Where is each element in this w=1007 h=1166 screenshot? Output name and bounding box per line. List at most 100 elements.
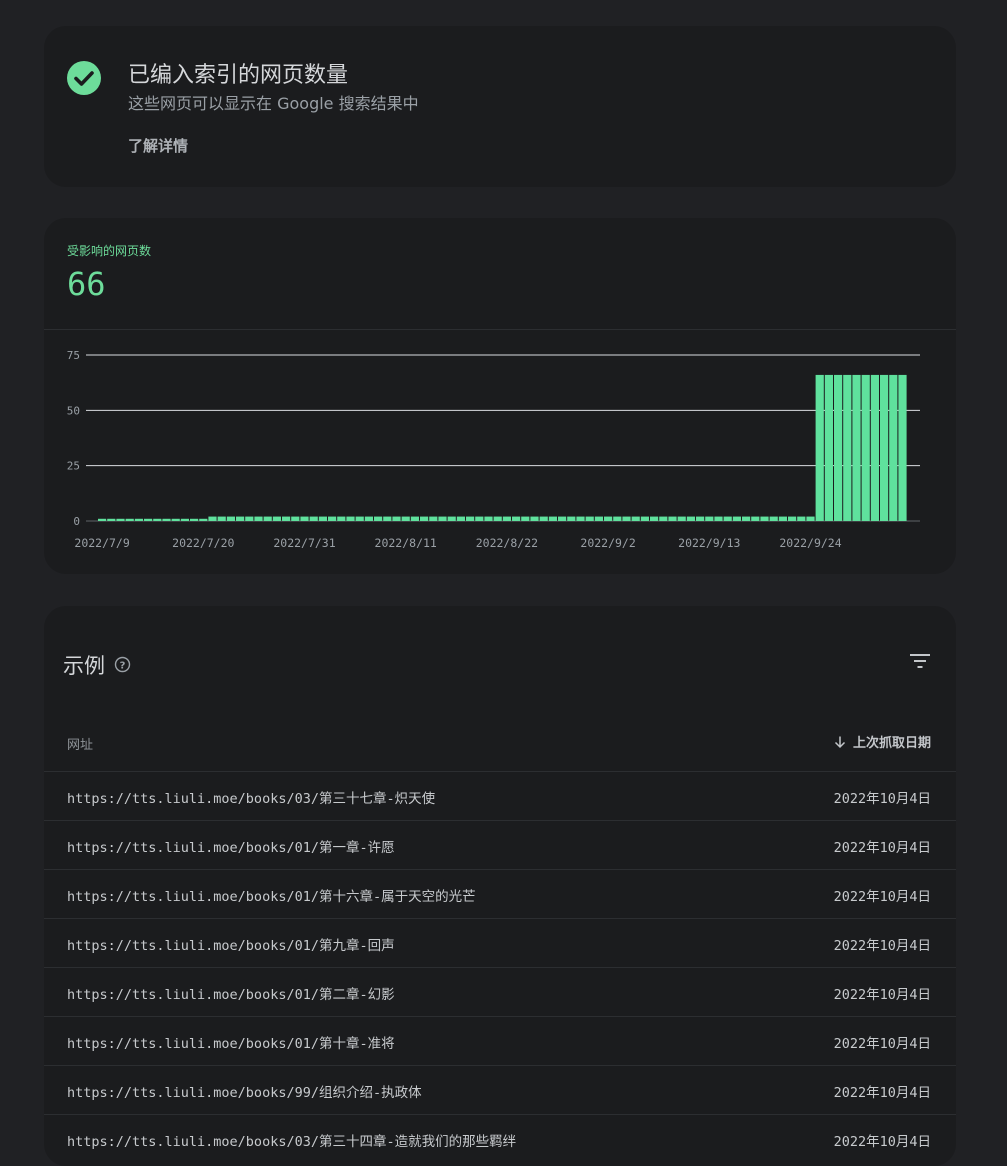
- y-tick-label: 25: [67, 460, 80, 473]
- chart-bar: [190, 518, 199, 521]
- chart-bar: [714, 516, 723, 521]
- chart-bar: [769, 516, 778, 521]
- chart-bar: [696, 516, 705, 521]
- last-crawled-sort-header[interactable]: 上次抓取日期: [833, 732, 931, 751]
- chart-bar: [880, 374, 889, 521]
- row-url: https://tts.liuli.moe/books/99/组织介绍-执政体: [67, 1085, 422, 1101]
- chart-bar: [107, 518, 116, 521]
- y-tick-label: 0: [73, 515, 80, 528]
- row-url: https://tts.liuli.moe/books/01/第十六章-属于天空…: [67, 889, 476, 905]
- chart-bar: [852, 374, 861, 521]
- chart-bar: [742, 516, 751, 521]
- chart-bar: [466, 516, 475, 521]
- table-row[interactable]: https://tts.liuli.moe/books/03/第三十四章-造就我…: [44, 1114, 956, 1163]
- table-row[interactable]: https://tts.liuli.moe/books/01/第一章-许愿 20…: [44, 820, 956, 869]
- chart-bar: [162, 518, 171, 521]
- x-tick-label: 2022/7/20: [172, 536, 234, 550]
- indexed-status-card: 已编入索引的网页数量 这些网页可以显示在 Google 搜索结果中 了解详情: [44, 26, 956, 187]
- chart-bar: [300, 516, 309, 521]
- x-tick-label: 2022/8/22: [476, 536, 538, 550]
- chart-bar: [898, 374, 907, 521]
- row-date: 2022年10月4日: [833, 791, 931, 807]
- chart-bar: [861, 374, 870, 521]
- table-row[interactable]: https://tts.liuli.moe/books/01/第十章-准将 20…: [44, 1016, 956, 1065]
- chart-bar: [383, 516, 392, 521]
- chart-bar: [134, 518, 143, 521]
- chart-bar: [254, 516, 263, 521]
- chart-bar: [374, 516, 383, 521]
- chart-bar: [447, 516, 456, 521]
- status-title: 已编入索引的网页数量: [128, 63, 349, 88]
- chart-bar: [217, 516, 226, 521]
- filter-icon[interactable]: [908, 652, 932, 670]
- row-date: 2022年10月4日: [833, 840, 931, 856]
- x-tick-label: 2022/7/9: [74, 536, 129, 550]
- chart-bar: [659, 516, 668, 521]
- chart-bar: [208, 516, 217, 521]
- chart-bar: [199, 518, 208, 521]
- table-row[interactable]: https://tts.liuli.moe/books/01/第十六章-属于天空…: [44, 869, 956, 918]
- chart-bar: [291, 516, 300, 521]
- chart-bar: [548, 516, 557, 521]
- status-subtitle: 这些网页可以显示在 Google 搜索结果中: [128, 94, 419, 113]
- row-date: 2022年10月4日: [833, 1085, 931, 1101]
- chart-bar: [677, 516, 686, 521]
- chart-bar: [705, 516, 714, 521]
- chart-bar: [815, 374, 824, 521]
- chart-bar: [475, 516, 484, 521]
- chart-bar: [318, 516, 327, 521]
- x-tick-label: 2022/8/11: [375, 536, 437, 550]
- row-url: https://tts.liuli.moe/books/01/第九章-回声: [67, 938, 395, 954]
- x-tick-label: 2022/9/2: [580, 536, 635, 550]
- chart-bar: [493, 516, 502, 521]
- x-tick-label: 2022/7/31: [273, 536, 335, 550]
- chart-bar: [116, 518, 125, 521]
- help-icon[interactable]: ?: [114, 656, 131, 673]
- affected-pages-value: 66: [67, 265, 106, 303]
- chart-bar: [686, 516, 695, 521]
- chart-bar: [843, 374, 852, 521]
- chart-bar: [309, 516, 318, 521]
- chart-bar: [539, 516, 548, 521]
- chart-bar: [456, 516, 465, 521]
- row-url: https://tts.liuli.moe/books/03/第三十七章-炽天使: [67, 791, 436, 807]
- chart-bar: [824, 374, 833, 521]
- chart-bar: [153, 518, 162, 521]
- chart-bar: [236, 516, 245, 521]
- row-date: 2022年10月4日: [833, 1134, 931, 1150]
- chart-bar: [272, 516, 281, 521]
- chart-bar: [420, 516, 429, 521]
- chart-bar: [502, 516, 511, 521]
- chart-bar: [613, 516, 622, 521]
- chart-bar: [530, 516, 539, 521]
- chart-bar: [567, 516, 576, 521]
- last-crawled-label: 上次抓取日期: [852, 736, 931, 751]
- chart-bar: [723, 516, 732, 521]
- affected-pages-label: 受影响的网页数: [67, 244, 152, 258]
- chart-bar: [364, 516, 373, 521]
- chart-bar: [521, 516, 530, 521]
- chart-bar: [806, 516, 815, 521]
- chart-bar: [410, 516, 419, 521]
- table-row[interactable]: https://tts.liuli.moe/books/99/组织介绍-执政体 …: [44, 1065, 956, 1114]
- chart-bar: [797, 516, 806, 521]
- chart-bar: [760, 516, 769, 521]
- chart-bar: [346, 516, 355, 521]
- examples-title: 示例: [63, 654, 105, 678]
- check-circle-icon: [67, 61, 101, 95]
- chart-bar: [98, 518, 107, 521]
- chart-bar: [337, 516, 346, 521]
- table-row[interactable]: https://tts.liuli.moe/books/03/第三十七章-炽天使…: [44, 771, 956, 820]
- row-date: 2022年10月4日: [833, 889, 931, 905]
- chart-bar: [558, 516, 567, 521]
- chart-bar: [604, 516, 613, 521]
- chart-bar: [263, 516, 272, 521]
- x-tick-label: 2022/9/13: [678, 536, 740, 550]
- chart-bar: [282, 516, 291, 521]
- url-column-header: 网址: [67, 738, 94, 753]
- table-row[interactable]: https://tts.liuli.moe/books/01/第九章-回声 20…: [44, 918, 956, 967]
- chart-bar: [732, 516, 741, 521]
- table-row[interactable]: https://tts.liuli.moe/books/01/第二章-幻影 20…: [44, 967, 956, 1016]
- chart-bar: [650, 516, 659, 521]
- learn-more-link[interactable]: 了解详情: [128, 135, 188, 156]
